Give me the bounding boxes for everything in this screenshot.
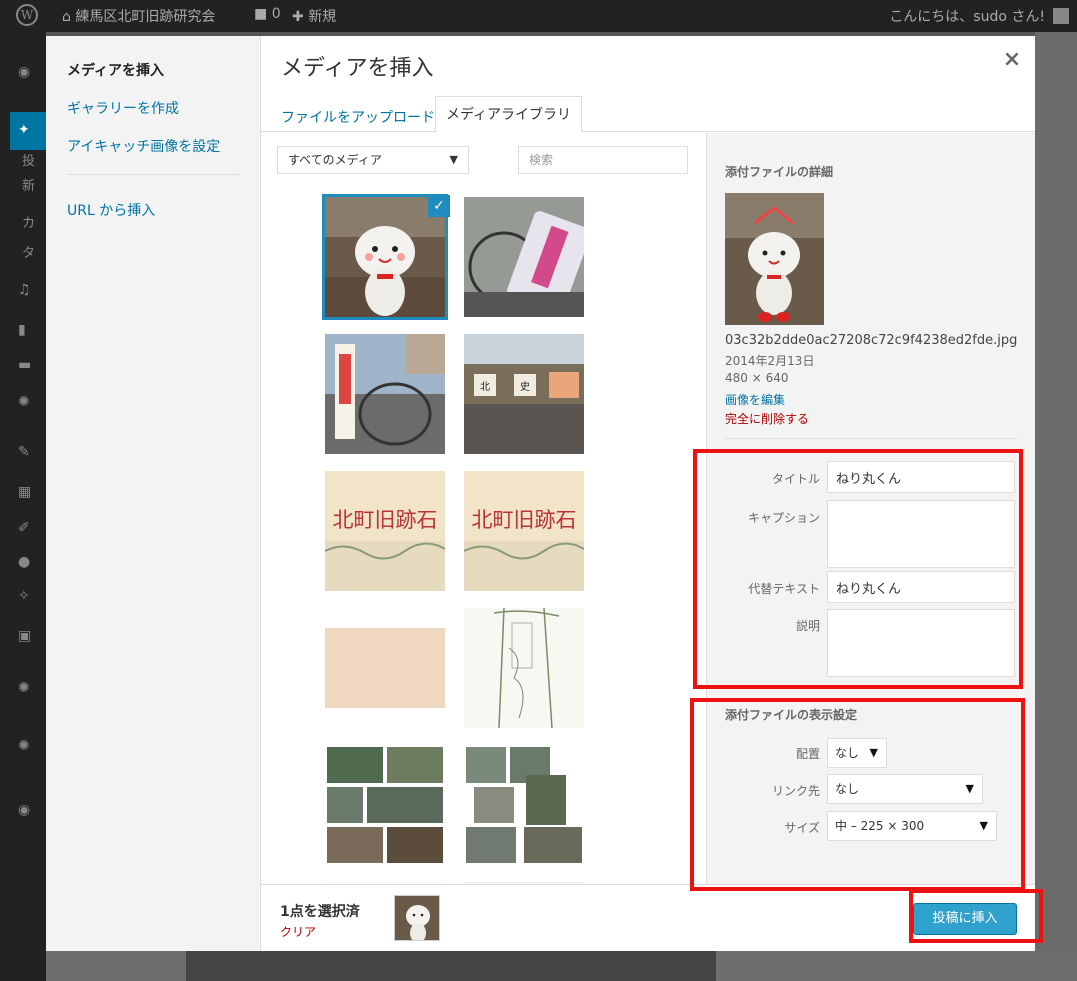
paper-texture-thumbnail bbox=[325, 608, 445, 728]
svg-text:北町旧跡石: 北町旧跡石 bbox=[472, 508, 577, 532]
plus-icon: ✚ bbox=[292, 9, 304, 25]
admin-menu-label[interactable]: 投 bbox=[22, 150, 35, 169]
attachment-details-heading: 添付ファイルの詳細 bbox=[725, 165, 834, 179]
comments-count: 0 bbox=[271, 6, 281, 22]
mascot-preview bbox=[725, 193, 824, 325]
delete-permanently-link[interactable]: 完全に削除する bbox=[725, 410, 809, 427]
attachment-date: 2014年2月13日 bbox=[725, 354, 815, 368]
highlight-box-attachment-settings bbox=[693, 449, 1023, 689]
pages-icon[interactable]: ▮ bbox=[18, 322, 34, 338]
sidebar-divider bbox=[725, 438, 1017, 439]
appearance-icon[interactable]: ✎ bbox=[18, 444, 34, 460]
media-filter-select[interactable]: すべてのメディア ▼ bbox=[277, 146, 469, 174]
tab-media-library[interactable]: メディアライブラリ bbox=[435, 96, 583, 133]
attachment-thumb[interactable]: 北町旧跡石 bbox=[325, 471, 445, 591]
tree-sketch-thumbnail bbox=[464, 608, 584, 728]
svg-text:北: 北 bbox=[480, 381, 490, 393]
attachment-thumb[interactable] bbox=[464, 197, 584, 317]
clear-selection-link[interactable]: クリア bbox=[280, 923, 316, 940]
highlight-box-insert-button bbox=[909, 889, 1043, 943]
attachment-thumb[interactable] bbox=[325, 334, 445, 454]
backdrop-right bbox=[1035, 32, 1077, 981]
media-modal: メディアを挿入 ギャラリーを作成 アイキャッチ画像を設定 URL から挿入 メデ… bbox=[46, 36, 1043, 951]
avatar[interactable] bbox=[1053, 8, 1069, 24]
sign-text-thumbnail-1: 北町旧跡石 bbox=[325, 471, 445, 591]
media-icon[interactable]: ♫ bbox=[18, 282, 34, 298]
admin-bar-new[interactable]: ✚ 新規 bbox=[292, 6, 336, 26]
grid-icon[interactable]: ▣ bbox=[18, 628, 34, 644]
search-input[interactable]: 検索 bbox=[518, 146, 688, 174]
attachment-filename: 03c32b2dde0ac27208c72c9f4238ed2fde.jpg bbox=[725, 333, 1018, 348]
admin-sidebar: ◉ ✦ 投 新 カ タ ♫ ▮ ▬ ✺ ✎ ▦ ✐ ● ✧ ▣ ✺ ✺ ◉ bbox=[0, 32, 46, 981]
home-icon: ⌂ bbox=[62, 9, 71, 25]
gear-icon-2[interactable]: ✺ bbox=[18, 738, 34, 754]
svg-text:史: 史 bbox=[520, 381, 530, 393]
menu-insert-from-url[interactable]: URL から挿入 bbox=[67, 200, 155, 220]
selection-thumbnail[interactable] bbox=[394, 895, 440, 941]
sign-text-thumbnail-2: 北町旧跡石 bbox=[464, 471, 584, 591]
attachment-thumb[interactable] bbox=[464, 745, 584, 865]
users-icon[interactable]: ● bbox=[18, 554, 34, 570]
backdrop-strip bbox=[186, 951, 716, 981]
dashboard-icon[interactable]: ◉ bbox=[18, 64, 34, 80]
admin-bar: W ⌂ 練馬区北町旧跡研究会 ■ 0 ✚ 新規 こんにちは、sudo さん! bbox=[0, 0, 1077, 32]
tools-icon[interactable]: ✐ bbox=[18, 520, 34, 536]
admin-bar-comments[interactable]: ■ 0 bbox=[254, 6, 281, 22]
attachment-thumb-selected[interactable] bbox=[322, 194, 448, 320]
mascot-mini bbox=[395, 896, 439, 940]
close-icon[interactable]: × bbox=[998, 46, 1026, 74]
admin-bar-howdy[interactable]: こんにちは、sudo さん! bbox=[889, 6, 1045, 26]
attachment-preview bbox=[725, 193, 824, 325]
menu-separator bbox=[67, 174, 239, 175]
comments-icon[interactable]: ▬ bbox=[18, 357, 34, 373]
chevron-down-icon: ▼ bbox=[449, 153, 458, 166]
photo-collage-thumbnail bbox=[325, 745, 445, 865]
attachment-thumb[interactable] bbox=[325, 745, 445, 865]
tab-upload-files[interactable]: ファイルをアップロード bbox=[271, 104, 445, 132]
admin-menu-label[interactable]: タ bbox=[22, 242, 35, 261]
shop-sign-thumbnail: 北 史 bbox=[464, 334, 584, 454]
attachment-thumb[interactable]: 北 史 bbox=[464, 334, 584, 454]
menu-create-gallery[interactable]: ギャラリーを作成 bbox=[67, 98, 179, 118]
svg-text:北町旧跡石: 北町旧跡石 bbox=[333, 508, 438, 532]
attachment-thumb[interactable] bbox=[325, 608, 445, 728]
plugin-icon[interactable]: ▦ bbox=[18, 484, 34, 500]
mascot-thumbnail bbox=[325, 197, 445, 317]
attachments-grid: ✓ 北 史 北町旧跡石 北町旧跡石 bbox=[261, 189, 691, 884]
media-modal-menu: メディアを挿入 ギャラリーを作成 アイキャッチ画像を設定 URL から挿入 bbox=[46, 36, 261, 951]
wrench-icon[interactable]: ✧ bbox=[18, 588, 34, 604]
menu-set-featured-image[interactable]: アイキャッチ画像を設定 bbox=[67, 136, 220, 156]
filter-selected-value: すべてのメディア bbox=[288, 153, 382, 167]
checkmark-icon[interactable]: ✓ bbox=[428, 195, 450, 217]
stone-collage-thumbnail bbox=[464, 745, 584, 865]
site-name: 練馬区北町旧跡研究会 bbox=[75, 9, 216, 25]
highlight-box-display-settings bbox=[690, 698, 1025, 891]
selection-count: 1点を選択済 bbox=[280, 904, 360, 920]
attachment-thumb[interactable]: 北町旧跡石 bbox=[464, 471, 584, 591]
media-router-tabs: ファイルをアップロード メディアライブラリ bbox=[261, 96, 1035, 133]
menu-insert-media[interactable]: メディアを挿入 bbox=[67, 60, 164, 80]
edit-image-link[interactable]: 画像を編集 bbox=[725, 391, 785, 408]
pin-icon[interactable]: ✦ bbox=[18, 122, 34, 138]
new-label: 新規 bbox=[308, 9, 337, 25]
attachment-thumb[interactable] bbox=[464, 608, 584, 728]
attachments-browser: すべてのメディア ▼ 検索 ✓ 北 史 北町旧跡石 北町旧跡石 bbox=[261, 133, 748, 884]
wordpress-logo-icon[interactable]: W bbox=[16, 4, 38, 26]
modal-title: メディアを挿入 bbox=[281, 56, 434, 81]
settings-icon[interactable]: ✺ bbox=[18, 394, 34, 410]
banner-street-thumbnail bbox=[325, 334, 445, 454]
admin-bar-site-name[interactable]: ⌂ 練馬区北町旧跡研究会 bbox=[62, 6, 215, 26]
admin-menu-label[interactable]: カ bbox=[22, 212, 35, 231]
gear-icon[interactable]: ✺ bbox=[18, 680, 34, 696]
collapse-icon[interactable]: ◉ bbox=[18, 802, 34, 818]
comment-icon: ■ bbox=[254, 6, 268, 22]
bicycle-banner-thumbnail bbox=[464, 197, 584, 317]
admin-menu-label[interactable]: 新 bbox=[22, 175, 35, 194]
attachment-dimensions: 480 × 640 bbox=[725, 371, 789, 385]
